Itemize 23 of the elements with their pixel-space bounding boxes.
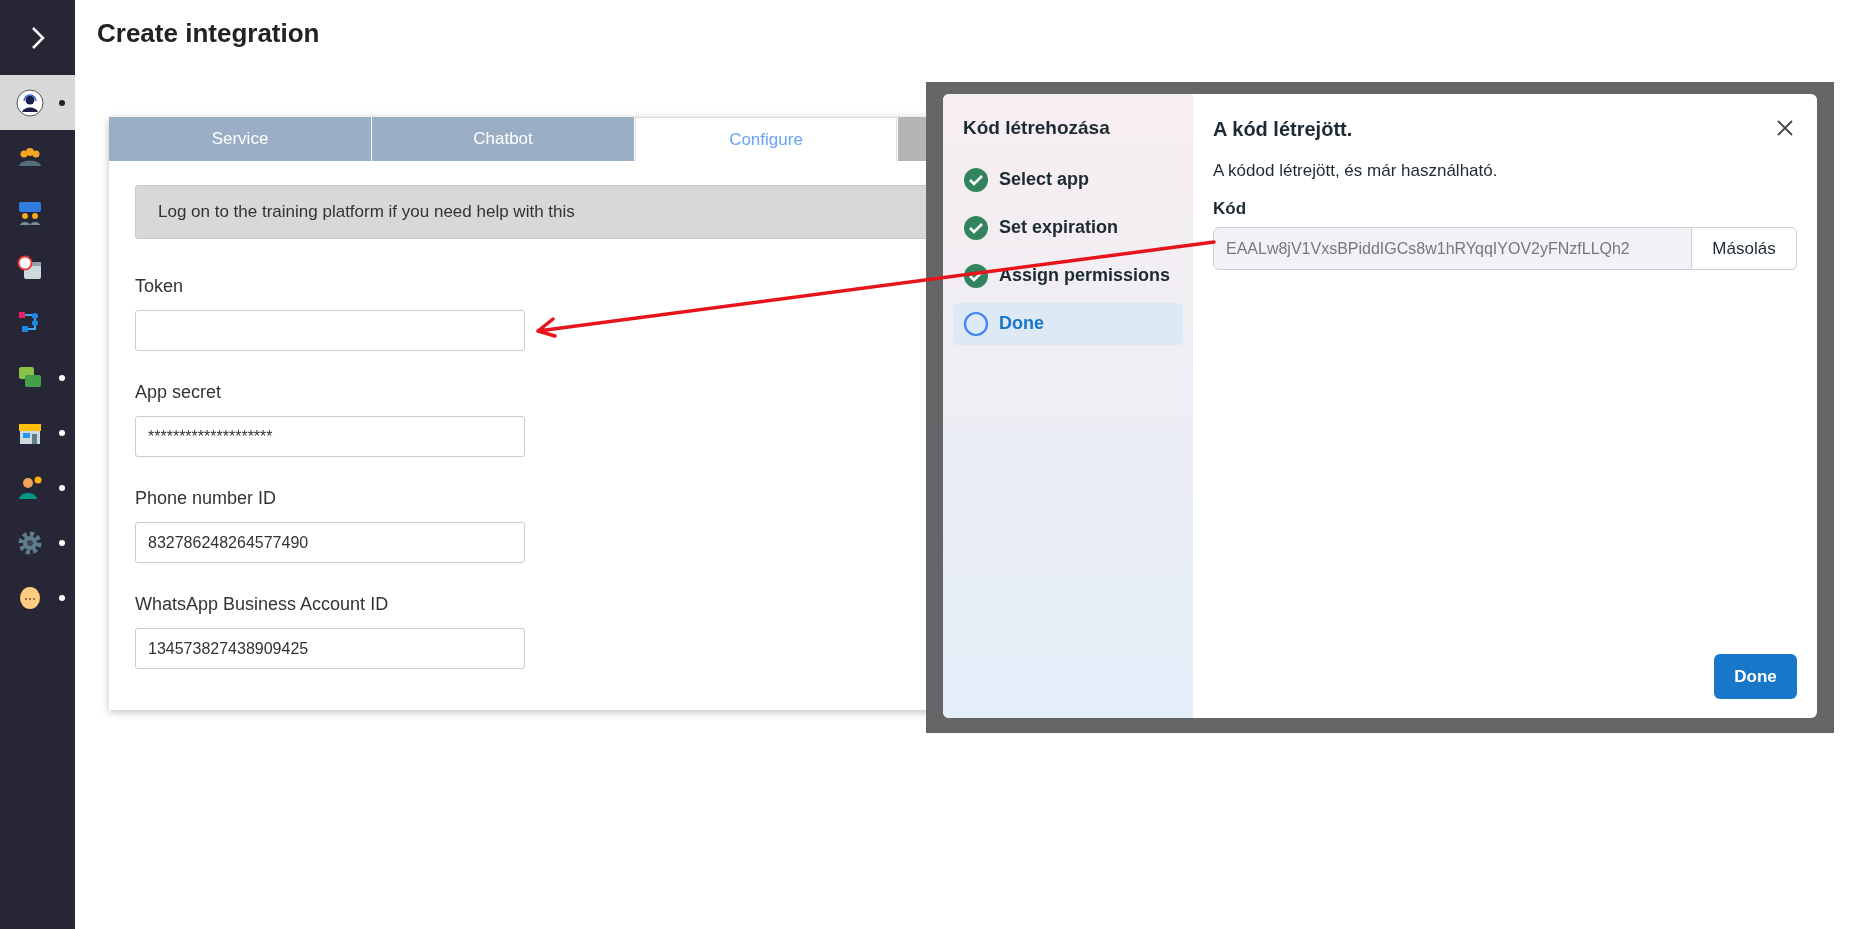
done-button[interactable]: Done [1714,654,1797,699]
sidebar-item[interactable] [0,75,75,130]
step-item[interactable]: Assign permissions [953,254,1183,297]
field-label: Kód [1213,197,1248,220]
field-label: WhatsApp Business Account ID [135,593,390,616]
dialog-title: A kód létrejött. [1213,117,1353,142]
field-label: App secret [135,381,223,404]
page-title: Create integration [97,17,320,50]
field-label: Phone number ID [135,487,278,510]
calendar-clock-icon [16,253,44,282]
close-icon[interactable] [1777,120,1793,136]
input-field[interactable]: 832786248264577490 [135,522,525,563]
headset-person-icon [16,88,44,117]
field-label: Token [135,275,185,298]
code-field[interactable]: EAALw8jV1VxsBPiddIGCs8w1hRYqqIYOV2yFNzfLLQh2 [1213,227,1692,270]
step-item[interactable]: Done [953,302,1183,345]
input-field[interactable] [135,310,525,351]
expand-icon[interactable] [29,24,46,51]
input-field[interactable]: ******************** [135,416,525,457]
dialog-sidebar-title: Kód létrehozása [962,116,1111,140]
dialog-description: A kódod létrejött, és már használható. [1213,160,1499,182]
input-field[interactable]: 134573827438909425 [135,628,525,669]
copy-button[interactable]: Másolás [1692,227,1797,270]
